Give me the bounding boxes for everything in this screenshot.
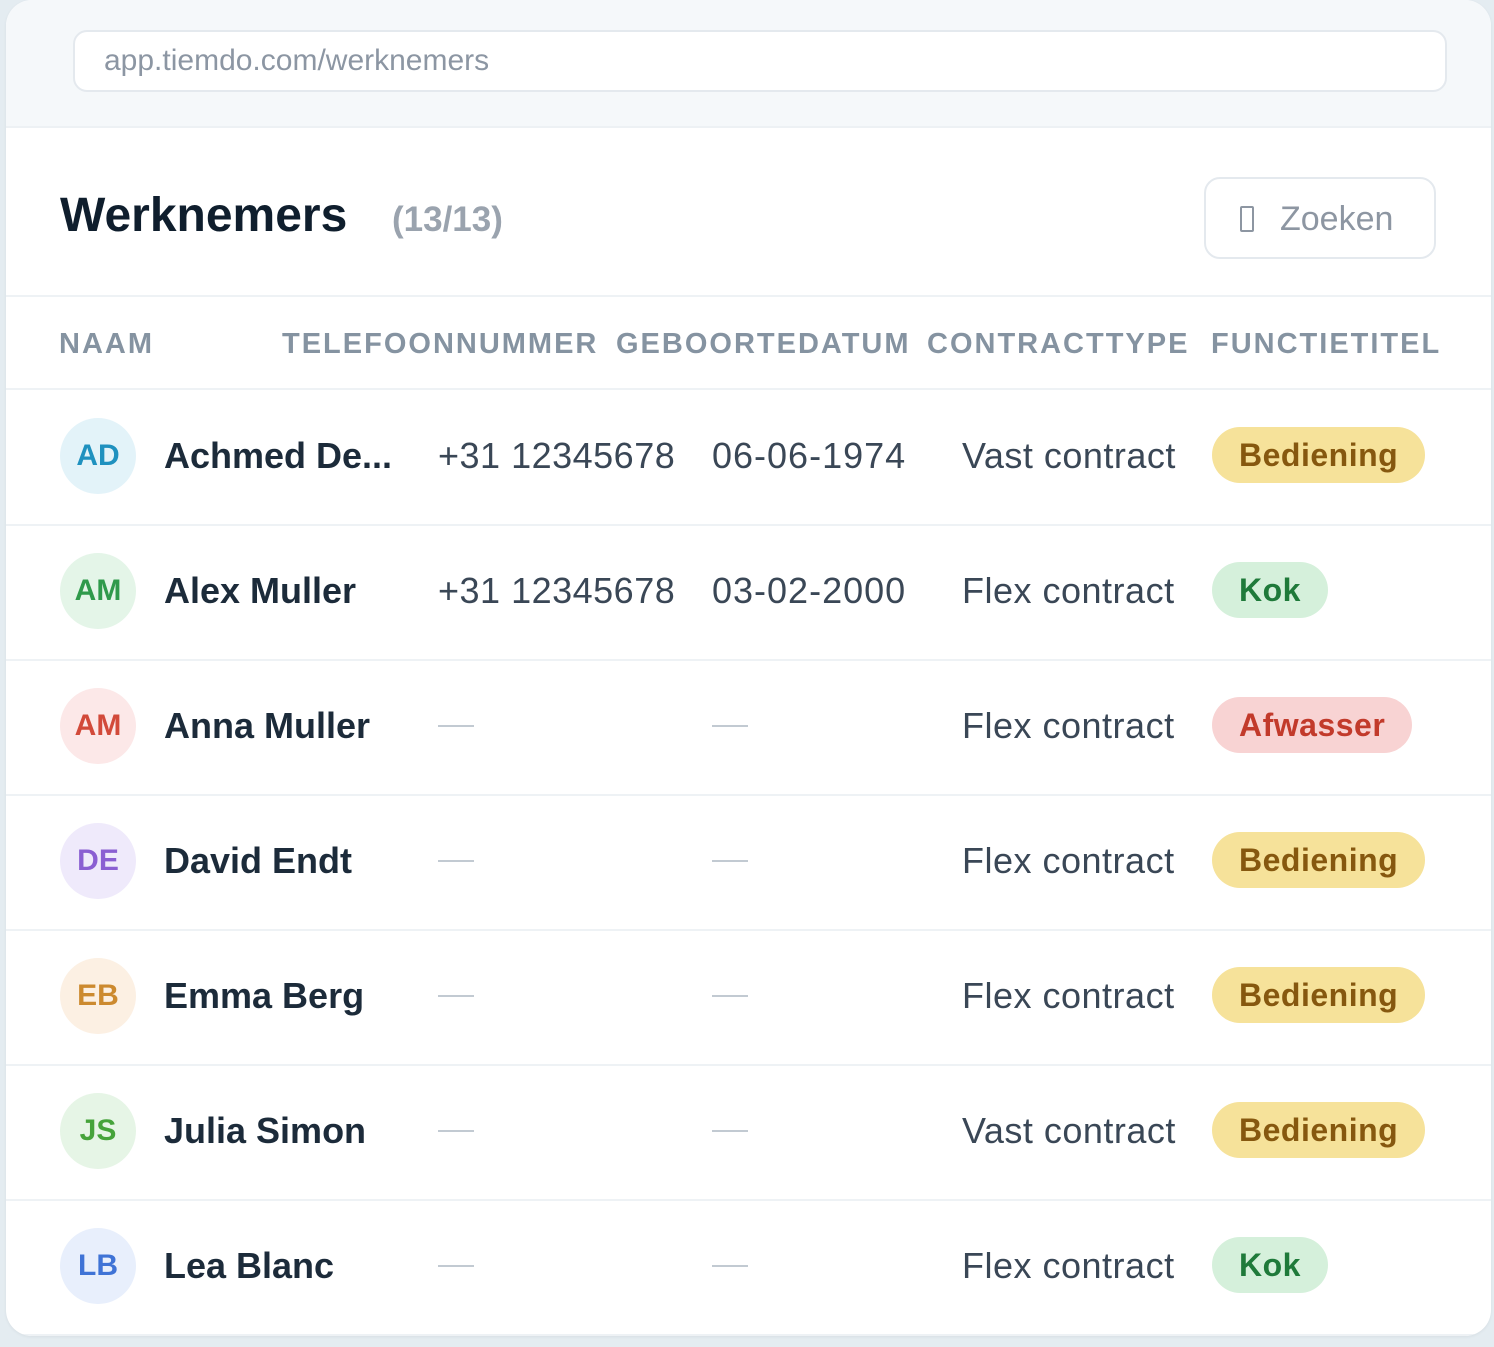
avatar: AD: [60, 418, 136, 494]
job-title-badge: Kok: [1212, 562, 1328, 618]
job-title-badge: Kok: [1212, 1237, 1328, 1293]
job-title-badge: Bediening: [1212, 427, 1426, 483]
employee-name[interactable]: Achmed De...: [164, 435, 392, 477]
employee-name[interactable]: Julia Simon: [164, 1110, 366, 1152]
search-button[interactable]: Zoeken: [1204, 177, 1436, 259]
phone-empty: [438, 995, 474, 997]
avatar: JS: [60, 1093, 136, 1169]
job-title-badge: Bediening: [1212, 967, 1426, 1023]
job-title-badge: Bediening: [1212, 832, 1426, 888]
employee-name[interactable]: Lea Blanc: [164, 1245, 334, 1287]
table-row[interactable]: AD Achmed De... +31 12345678 06-06-1974 Vast…: [6, 389, 1491, 526]
address-bar-url: app.tiemdo.com/werknemers: [104, 44, 490, 77]
avatar-initials: AM: [74, 574, 122, 607]
phone-empty: [438, 1130, 474, 1132]
contract-type: Vast contract: [962, 1110, 1176, 1151]
contract-type: Flex contract: [962, 840, 1175, 881]
employee-name[interactable]: Alex Muller: [164, 570, 356, 612]
avatar: AM: [60, 553, 136, 629]
avatar: AM: [60, 688, 136, 764]
column-header-birthdate[interactable]: GEBOORTEDATUM: [616, 328, 911, 361]
column-header-contract-type[interactable]: CONTRACTTYPE: [927, 328, 1189, 361]
avatar-initials: DE: [77, 844, 119, 877]
column-header-phone[interactable]: TELEFOONNUMMER: [282, 328, 598, 361]
birthdate-empty: [712, 860, 748, 862]
search-icon: [1240, 206, 1254, 232]
table-row[interactable]: AM Anna Muller Flex contract Afwasser: [6, 659, 1491, 796]
avatar-initials: JS: [79, 1114, 117, 1147]
avatar: LB: [60, 1228, 136, 1304]
job-title-badge: Bediening: [1212, 1102, 1426, 1158]
column-header-job-title[interactable]: FUNCTIETITEL: [1211, 328, 1441, 361]
avatar: EB: [60, 958, 136, 1034]
contract-type: Flex contract: [962, 705, 1175, 746]
avatar-initials: EB: [77, 979, 119, 1012]
browser-toolbar: app.tiemdo.com/werknemers: [6, 0, 1491, 128]
address-bar[interactable]: app.tiemdo.com/werknemers: [73, 30, 1447, 92]
contract-type: Flex contract: [962, 975, 1175, 1016]
table-row[interactable]: LB Lea Blanc Flex contract Kok: [6, 1199, 1491, 1336]
job-title-badge: Afwasser: [1212, 697, 1413, 753]
contract-type: Flex contract: [962, 570, 1175, 611]
birthdate-empty: [712, 995, 748, 997]
avatar-initials: LB: [78, 1249, 118, 1282]
column-header-name[interactable]: NAAM: [59, 328, 154, 361]
employee-name[interactable]: Emma Berg: [164, 975, 364, 1017]
table-row[interactable]: JS Julia Simon Vast contract Bediening: [6, 1064, 1491, 1201]
birthdate-empty: [712, 1130, 748, 1132]
birthdate-empty: [712, 725, 748, 727]
birthdate: 06-06-1974: [712, 435, 907, 476]
page-title: Werknemers: [60, 189, 348, 242]
table-header: NAAM TELEFOONNUMMER GEBOORTEDATUM CONTRA…: [6, 297, 1491, 390]
search-button-label: Zoeken: [1280, 200, 1394, 238]
phone-empty: [438, 860, 474, 862]
contract-type: Flex contract: [962, 1245, 1175, 1286]
table-row[interactable]: AM Alex Muller +31 12345678 03-02-2000 Flex …: [6, 524, 1491, 661]
birthdate-empty: [712, 1265, 748, 1267]
table-row[interactable]: DE David Endt Flex contract Bediening: [6, 794, 1491, 931]
employee-name[interactable]: David Endt: [164, 840, 352, 882]
contract-type: Vast contract: [962, 435, 1176, 476]
employee-count: (13/13): [392, 200, 503, 239]
phone-number: +31 12345678: [438, 570, 676, 611]
phone-empty: [438, 1265, 474, 1267]
phone-empty: [438, 725, 474, 727]
avatar: DE: [60, 823, 136, 899]
birthdate: 03-02-2000: [712, 570, 907, 611]
avatar-initials: AM: [74, 709, 122, 742]
phone-number: +31 12345678: [438, 435, 676, 476]
app-window: app.tiemdo.com/werknemers Werknemers (13…: [6, 0, 1491, 1336]
avatar-initials: AD: [76, 439, 120, 472]
employee-name[interactable]: Anna Muller: [164, 705, 370, 747]
table-row[interactable]: EB Emma Berg Flex contract Bediening: [6, 929, 1491, 1066]
